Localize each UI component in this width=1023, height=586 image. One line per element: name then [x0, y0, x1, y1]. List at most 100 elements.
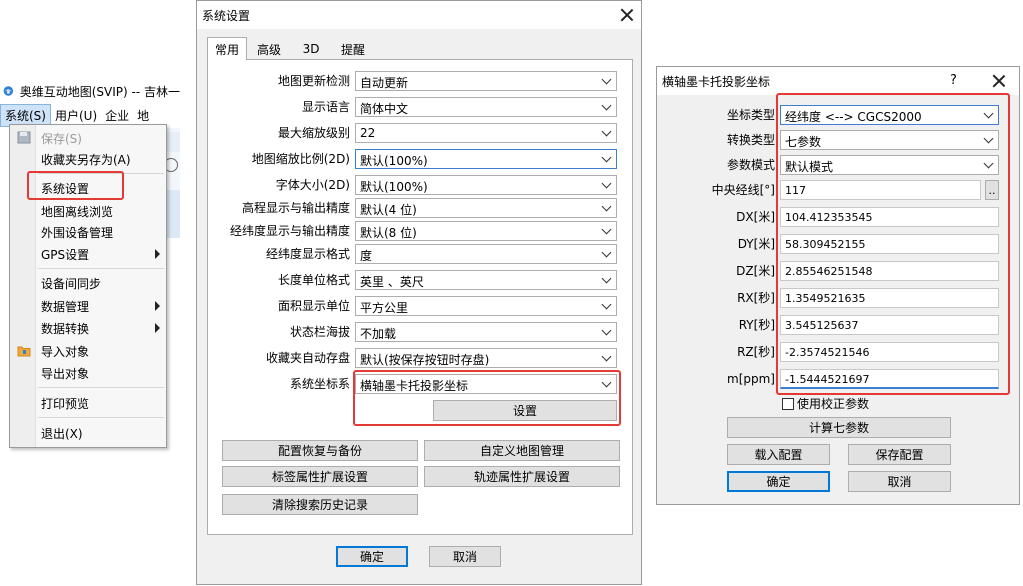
- menu-item-save[interactable]: 保存(S): [10, 128, 166, 148]
- label-elevation-precision: 高程显示与输出精度: [241, 201, 350, 215]
- label-latlon-precision: 经纬度显示与输出精度: [229, 224, 350, 238]
- chevron-down-icon: [601, 273, 612, 284]
- chevron-down-icon: [601, 74, 612, 85]
- select-latlon-precision[interactable]: 默认(8 位): [355, 221, 617, 241]
- chevron-down-icon: [601, 152, 612, 163]
- chevron-down-icon: [601, 325, 612, 336]
- menu-item-label: 导入对象: [41, 344, 90, 359]
- menu-item-label: 地图离线浏览: [41, 204, 114, 219]
- menu-item-device-sync[interactable]: 设备间同步: [10, 273, 166, 293]
- highlight-box-crs: [353, 370, 621, 426]
- submenu-arrow-icon: [155, 249, 160, 259]
- close-icon[interactable]: [618, 6, 636, 24]
- chevron-down-icon: [601, 299, 612, 310]
- highlight-box-system-settings: [27, 171, 124, 200]
- menu-item-label: GPS设置: [41, 247, 90, 262]
- tab-panel-general: 地图更新检测 自动更新 显示语言 简体中文 最大缩放级别 22 地图缩放比例(2…: [207, 59, 633, 535]
- ok-button[interactable]: 确定: [727, 471, 830, 492]
- menu-separator: [38, 268, 164, 269]
- load-config-button[interactable]: 载入配置: [727, 444, 830, 465]
- menu-item-exit[interactable]: 退出(X): [10, 423, 166, 443]
- select-statusbar-altitude[interactable]: 不加载: [355, 322, 617, 342]
- clear-search-history-button[interactable]: 清除搜索历史记录: [222, 494, 418, 515]
- menu-user[interactable]: 用户(U): [51, 105, 101, 126]
- tm-projection-dialog: 横轴墨卡托投影坐标 ? 坐标类型 经纬度 <--> CGCS2000 转换类型 …: [656, 66, 1020, 505]
- dialog-titlebar: 横轴墨卡托投影坐标 ?: [657, 67, 1019, 95]
- select-map-scale[interactable]: 默认(100%): [355, 149, 617, 169]
- tab-3d[interactable]: 3D: [291, 39, 331, 59]
- select-elevation-precision[interactable]: 默认(4 位): [355, 198, 617, 218]
- select-map-update-check[interactable]: 自动更新: [355, 71, 617, 91]
- menu-enterprise[interactable]: 企业: [101, 105, 133, 126]
- chevron-down-icon: [601, 100, 612, 111]
- dialog-title: 横轴墨卡托投影坐标: [662, 74, 771, 89]
- select-value: 默认(8 位): [360, 226, 417, 240]
- label-rz: RZ[秒]: [737, 345, 775, 359]
- label-attr-ext-button[interactable]: 标签属性扩展设置: [222, 466, 418, 487]
- select-area-unit[interactable]: 平方公里: [355, 296, 617, 316]
- label-max-zoom: 最大缩放级别: [277, 126, 350, 140]
- label-display-language: 显示语言: [301, 100, 350, 114]
- select-max-zoom[interactable]: 22: [355, 123, 617, 143]
- menu-item-label: 导出对象: [41, 366, 90, 381]
- tab-advanced[interactable]: 高级: [249, 39, 289, 59]
- menu-item-label: 设备间同步: [41, 276, 102, 291]
- menu-separator: [38, 387, 164, 388]
- highlight-box-params: [776, 93, 1010, 395]
- cancel-button[interactable]: 取消: [429, 546, 501, 567]
- select-value: 22: [360, 126, 376, 140]
- label-scale-ppm: m[ppm]: [727, 372, 775, 386]
- menu-separator: [38, 417, 164, 418]
- folder-icon: [17, 346, 31, 357]
- label-area-unit: 面积显示单位: [277, 299, 350, 313]
- app-titlebar: 奥维互动地图(SVIP) -- 吉林一: [0, 80, 180, 102]
- app-menubar: 系统(S) 用户(U) 企业 地: [0, 103, 180, 127]
- chevron-down-icon: [601, 126, 612, 137]
- menu-item-peripheral-devices[interactable]: 外围设备管理: [10, 222, 166, 242]
- save-config-button[interactable]: 保存配置: [848, 444, 951, 465]
- custom-map-manage-button[interactable]: 自定义地图管理: [424, 440, 620, 461]
- menu-map[interactable]: 地: [133, 105, 153, 126]
- select-font-size[interactable]: 默认(100%): [355, 175, 617, 195]
- config-restore-backup-button[interactable]: 配置恢复与备份: [222, 440, 418, 461]
- select-length-unit[interactable]: 英里 、英尺: [355, 270, 617, 290]
- label-favorites-autosave: 收藏夹自动存盘: [265, 351, 350, 365]
- select-value: 自动更新: [360, 76, 409, 90]
- menu-item-data-conversion[interactable]: 数据转换: [10, 318, 166, 338]
- ok-button[interactable]: 确定: [336, 546, 408, 567]
- menu-item-label: 数据管理: [41, 299, 90, 314]
- use-correction-checkbox[interactable]: [782, 398, 794, 410]
- label-statusbar-altitude: 状态栏海拔: [289, 325, 350, 339]
- calc-seven-params-button[interactable]: 计算七参数: [727, 417, 951, 438]
- tab-general[interactable]: 常用: [207, 37, 247, 60]
- menu-item-data-management[interactable]: 数据管理: [10, 296, 166, 316]
- menu-item-label: 保存(S): [41, 131, 82, 146]
- submenu-arrow-icon: [155, 301, 160, 311]
- close-icon[interactable]: [990, 72, 1008, 90]
- select-value: 度: [360, 249, 373, 263]
- label-length-unit: 长度单位格式: [277, 273, 350, 287]
- tab-bar: 常用 高级 3D 提醒: [207, 37, 627, 60]
- select-favorites-autosave[interactable]: 默认(按保存按钮时存盘): [355, 348, 617, 368]
- menu-item-gps-settings[interactable]: GPS设置: [10, 244, 166, 264]
- label-ry: RY[秒]: [738, 318, 775, 332]
- label-latlon-format: 经纬度显示格式: [265, 247, 350, 261]
- select-display-language[interactable]: 简体中文: [355, 97, 617, 117]
- menu-item-print-preview[interactable]: 打印预览: [10, 393, 166, 413]
- label-rx: RX[秒]: [737, 291, 775, 305]
- cancel-button[interactable]: 取消: [848, 471, 951, 492]
- menu-item-save-favorites-as[interactable]: 收藏夹另存为(A): [10, 149, 166, 169]
- select-value: 默认(按保存按钮时存盘): [360, 353, 490, 367]
- label-map-update-check: 地图更新检测: [277, 74, 350, 88]
- label-dy: DY[米]: [737, 237, 775, 251]
- app-logo-icon: [3, 86, 14, 96]
- menu-item-import-objects[interactable]: 导入对象: [10, 341, 166, 361]
- menu-item-offline-browse[interactable]: 地图离线浏览: [10, 201, 166, 221]
- menu-item-export-objects[interactable]: 导出对象: [10, 363, 166, 383]
- track-attr-ext-button[interactable]: 轨迹属性扩展设置: [424, 466, 620, 487]
- label-central-meridian: 中央经线[°]: [711, 183, 775, 197]
- select-latlon-format[interactable]: 度: [355, 244, 617, 264]
- label-font-size: 字体大小(2D): [275, 178, 350, 192]
- tab-reminder[interactable]: 提醒: [333, 39, 373, 59]
- help-icon[interactable]: ?: [950, 73, 957, 88]
